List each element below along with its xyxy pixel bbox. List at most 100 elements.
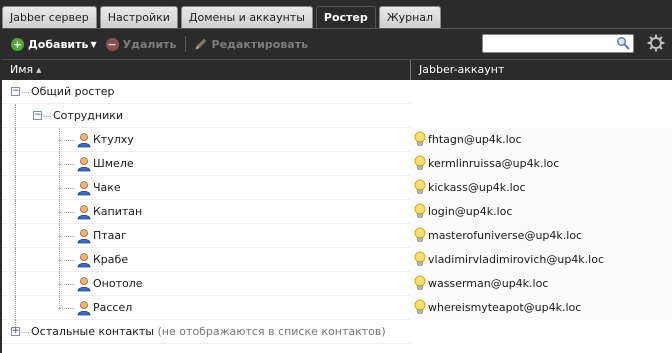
roster-panel: + Добавить ▼ − Удалить Редактировать Имя… [2,28,672,353]
contact-name: Рассел [93,301,133,314]
tree-connector [59,296,60,308]
lightbulb-icon [414,179,426,194]
tree-connector [15,176,16,200]
user-icon [77,205,91,220]
user-icon [77,229,91,244]
lightbulb-icon [414,155,426,170]
tree-node-staff[interactable]: − Сотрудники [2,104,672,128]
user-icon [77,277,91,292]
tree-connector [22,332,29,333]
contact-row[interactable]: Ктулху fhtagn@up4k.loc [2,128,672,152]
toolbar: + Добавить ▼ − Удалить Редактировать [2,29,672,59]
search-input[interactable] [483,35,611,52]
group-label: Остальные контакты [31,325,154,338]
group-label-wrap: Остальные контакты (не отображаются в сп… [31,325,386,338]
contact-name: Онотоле [93,277,143,290]
contact-row[interactable]: Чаке kickass@up4k.loc [2,176,672,200]
collapse-toggle-icon[interactable]: − [11,87,20,96]
tree-connector [59,164,75,165]
group-note: (не отображаются в списке контактов) [157,325,386,338]
add-button[interactable]: + Добавить ▼ [11,34,97,54]
tab-bar: Jabber сервер Настройки Домены и аккаунт… [2,6,442,29]
contact-name: Ктулху [93,133,134,146]
jid-cell [410,80,672,104]
contact-jid: login@up4k.loc [428,205,513,218]
delete-button[interactable]: − Удалить [105,34,177,54]
contact-name: Крабе [93,253,129,266]
collapse-toggle-icon[interactable]: − [33,111,42,120]
user-icon [77,157,91,172]
contact-row[interactable]: Шмеле kermlinruissa@up4k.loc [2,152,672,176]
pencil-icon [194,38,207,50]
jid-cell [410,320,672,344]
tree-connector [59,284,75,285]
contact-jid: vladimirvladimirovich@up4k.loc [428,253,605,266]
group-label: Общий ростер [31,85,115,98]
contact-jid: fhtagn@up4k.loc [428,133,522,146]
sort-ascending-icon: ▲ [36,66,42,74]
contact-name: Чаке [93,181,121,194]
contact-jid: masterofuniverse@up4k.loc [428,229,583,242]
tree-connector [22,92,29,93]
search-box [482,34,634,53]
tree-connector [59,140,75,141]
user-icon [77,253,91,268]
tree-connector [15,104,16,128]
edit-button-label: Редактировать [211,37,309,51]
tree-node-common-roster[interactable]: − Общий ростер [2,80,672,104]
contact-row[interactable]: Крабе vladimirvladimirovich@up4k.loc [2,248,672,272]
lightbulb-icon [414,275,426,290]
tree-connector [15,224,16,248]
contact-row[interactable]: Онотоле wasserman@up4k.loc [2,272,672,296]
contact-jid: wasserman@up4k.loc [428,277,549,290]
contact-row[interactable]: Рассел whereismyteapot@up4k.loc [2,296,672,320]
dropdown-arrow-icon: ▼ [90,39,97,49]
jid-cell [410,104,672,128]
edit-button[interactable]: Редактировать [194,34,309,54]
contact-jid: kermlinruissa@up4k.loc [428,157,560,170]
tree-connector [15,152,16,176]
column-header-name[interactable]: Имя ▲ [2,60,411,80]
tab-log[interactable]: Журнал [378,6,442,28]
column-header-jid[interactable]: Jabber-аккаунт [411,60,672,80]
tree-connector [59,308,75,309]
tab-domains-accounts[interactable]: Домены и аккаунты [180,6,313,28]
contact-name: Шмеле [93,157,134,170]
user-icon [77,301,91,316]
tab-roster[interactable]: Ростер [315,6,376,29]
tab-settings[interactable]: Настройки [99,6,178,28]
delete-button-label: Удалить [122,37,177,51]
roster-tree: − Общий ростер − Сотрудники Ктулху fhtag… [2,80,672,344]
tree-connector [59,188,75,189]
tree-connector [15,248,16,272]
tree-connector [15,128,16,152]
user-icon [77,181,91,196]
roster-app: Jabber сервер Настройки Домены и аккаунт… [0,0,672,353]
tree-connector [44,116,51,117]
tree-connector [59,260,75,261]
contact-jid: kickass@up4k.loc [428,181,526,194]
contact-name: Капитан [93,205,143,218]
tree-node-other-contacts[interactable]: + Остальные контакты (не отображаются в … [2,320,672,344]
lightbulb-icon [414,227,426,242]
tree-connector [15,272,16,296]
tree-connector [59,236,75,237]
minus-circle-icon: − [105,37,119,51]
toolbar-separator [184,36,186,52]
column-header-row: Имя ▲ Jabber-аккаунт [2,59,672,80]
search-icon[interactable] [616,36,630,50]
tree-connector [59,212,75,213]
lightbulb-icon [414,203,426,218]
plus-circle-icon: + [11,37,24,51]
add-button-label: Добавить [28,37,89,51]
gear-icon[interactable] [647,34,665,52]
column-header-name-label: Имя [10,63,34,76]
expand-toggle-icon[interactable]: + [11,327,20,336]
contact-row[interactable]: Капитан login@up4k.loc [2,200,672,224]
lightbulb-icon [414,251,426,266]
tree-connector [15,296,16,320]
lightbulb-icon [414,299,426,314]
user-icon [77,133,91,148]
tab-jabber-server[interactable]: Jabber сервер [2,6,97,28]
contact-row[interactable]: Птааг masterofuniverse@up4k.loc [2,224,672,248]
